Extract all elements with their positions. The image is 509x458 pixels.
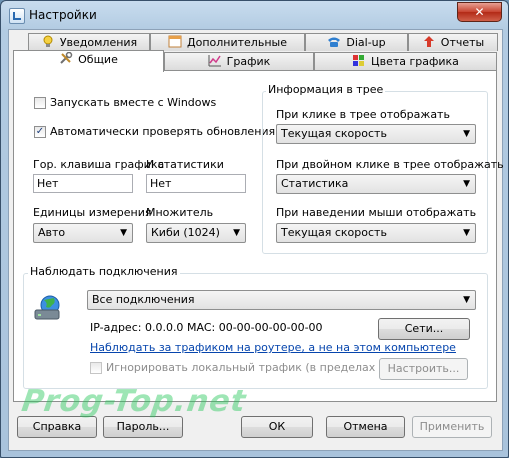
- hotkey-graph-label: Гор. клавиша графика: [33, 158, 165, 171]
- hotkey-stats-label: И статистики: [146, 158, 224, 171]
- dropdown-arrow-icon: ▼: [120, 228, 127, 238]
- multiplier-select[interactable]: Киби (1024) ▼: [146, 223, 246, 243]
- phone-icon: [327, 35, 341, 48]
- general-tab-panel: Запускать вместе с Windows ✓ Автоматичес…: [13, 70, 504, 402]
- units-select[interactable]: Авто ▼: [33, 223, 133, 243]
- mac-address-text: MAC: 00-00-00-00-00-00: [187, 321, 323, 334]
- app-icon: [9, 8, 25, 24]
- monitor-group-title: Наблюдать подключения: [28, 265, 180, 278]
- auto-update-checkbox[interactable]: ✓: [34, 126, 46, 138]
- palette-icon: [352, 54, 366, 67]
- ignore-local-checkbox[interactable]: [90, 362, 102, 374]
- start-with-windows-label: Запускать вместе с Windows: [50, 96, 217, 109]
- tray-info-group-title: Информация в трее: [266, 83, 386, 96]
- tab-label: Дополнительные: [187, 36, 287, 49]
- tray-hover-select-value: Текущая скорость: [281, 226, 387, 239]
- network-globe-icon: [34, 295, 64, 320]
- tab-advanced[interactable]: Дополнительные: [150, 33, 305, 51]
- start-with-windows-checkbox[interactable]: [34, 97, 46, 109]
- multiplier-label: Множитель: [146, 206, 214, 219]
- connection-select-value: Все подключения: [92, 293, 195, 306]
- dropdown-arrow-icon: ▼: [463, 179, 470, 189]
- tab-graph-colors[interactable]: Цвета графика: [314, 52, 497, 70]
- tray-dblclick-select[interactable]: Статистика ▼: [276, 174, 476, 194]
- hotkey-graph-input[interactable]: Нет: [33, 174, 133, 193]
- tray-dblclick-select-value: Статистика: [281, 177, 349, 190]
- units-label: Единицы измерения: [33, 206, 152, 219]
- tools-icon: [59, 51, 73, 65]
- bulb-icon: [41, 35, 55, 48]
- networks-button[interactable]: Сети...: [378, 318, 470, 340]
- dropdown-arrow-icon: ▼: [233, 228, 240, 238]
- configure-button[interactable]: Настроить...: [379, 358, 468, 380]
- tab-label: График: [226, 55, 271, 68]
- ignore-local-label: Игнорировать локальный трафик (в предела…: [106, 361, 406, 374]
- tray-click-select[interactable]: Текущая скорость ▼: [276, 124, 476, 144]
- tray-hover-select[interactable]: Текущая скорость ▼: [276, 223, 476, 243]
- tab-label: Отчеты: [440, 36, 485, 49]
- tab-label: Dial-up: [346, 36, 386, 49]
- close-button[interactable]: ✕: [457, 2, 502, 22]
- tab-reports[interactable]: Отчеты: [408, 33, 498, 51]
- dropdown-arrow-icon: ▼: [463, 228, 470, 238]
- window-title: Настройки: [29, 8, 97, 22]
- tab-notifications[interactable]: Уведомления: [28, 33, 150, 51]
- password-button[interactable]: Пароль...: [103, 416, 183, 438]
- tray-hover-label: При наведении мыши отображать: [276, 206, 477, 219]
- tab-general[interactable]: Общие: [13, 50, 164, 72]
- table-icon: [168, 35, 182, 48]
- hotkey-stats-input[interactable]: Нет: [146, 174, 246, 193]
- watermark-text: Prog-Top.net: [19, 384, 249, 419]
- tray-click-select-value: Текущая скорость: [281, 127, 387, 140]
- apply-button[interactable]: Применить: [412, 416, 492, 438]
- ok-button[interactable]: ОК: [241, 416, 313, 438]
- dropdown-arrow-icon: ▼: [463, 295, 470, 305]
- connection-select[interactable]: Все подключения ▼: [87, 290, 476, 310]
- tab-dialup[interactable]: Dial-up: [305, 33, 408, 51]
- tab-label: Общие: [78, 53, 118, 66]
- arrow-up-icon: [422, 35, 436, 48]
- tray-dblclick-label: При двойном клике в трее отображать: [276, 158, 504, 171]
- help-button[interactable]: Справка: [17, 416, 97, 438]
- cancel-button[interactable]: Отмена: [326, 416, 405, 438]
- tab-label: Уведомления: [59, 36, 138, 49]
- multiplier-select-value: Киби (1024): [151, 226, 220, 239]
- units-select-value: Авто: [38, 226, 66, 239]
- tray-click-label: При клике в трее отображать: [276, 108, 450, 121]
- router-traffic-link[interactable]: Наблюдать за трафиком на роутере, а не н…: [90, 341, 456, 354]
- dropdown-arrow-icon: ▼: [463, 129, 470, 139]
- title-bar[interactable]: Настройки ✕: [1, 1, 508, 29]
- auto-update-label: Автоматически проверять обновления: [50, 125, 276, 138]
- tab-graph[interactable]: График: [164, 52, 314, 70]
- chart-icon: [208, 54, 222, 67]
- tab-label: Цвета графика: [371, 55, 459, 68]
- ip-address-text: IP-адрес: 0.0.0.0: [90, 321, 184, 334]
